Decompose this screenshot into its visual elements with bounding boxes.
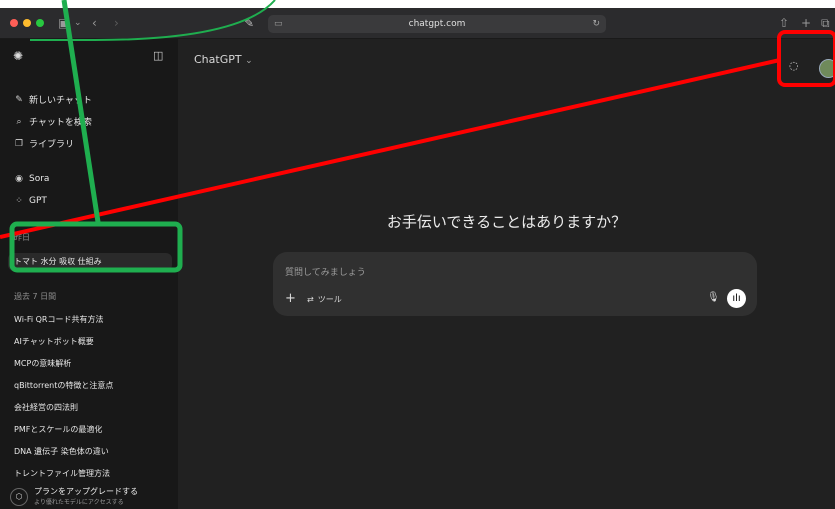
zoom-window-button[interactable] — [36, 19, 44, 27]
chat-item[interactable]: Wi-Fi QRコード共有方法 — [14, 314, 103, 325]
reload-icon[interactable]: ↻ — [592, 15, 600, 33]
address-bar[interactable]: ▭ chatgpt.com ↻ — [268, 15, 606, 33]
waveform-icon: ılı — [732, 293, 741, 304]
chat-item[interactable]: qBittorrentの特徴と注意点 — [14, 380, 113, 391]
sidebar-item-library[interactable]: ❐ ライブラリ — [14, 137, 75, 151]
sidebar-item-label: GPT — [29, 196, 47, 206]
sora-icon: ◉ — [15, 174, 23, 184]
browser-toolbar: ▣ ⌄ ‹ › ✎ ▭ chatgpt.com ↻ ⇧ + ⧉ — [0, 8, 835, 39]
tab-overview-icon[interactable]: ⧉ — [821, 14, 830, 32]
search-icon: ⌕ — [16, 116, 22, 127]
upgrade-plan-button[interactable]: ⬡ プランをアップグレードする より優れたモデルにアクセスする — [10, 487, 138, 506]
main-panel: ChatGPT ⌄ ◌ お手伝いできることはありますか？ 質問してみましょう +… — [178, 39, 835, 509]
tools-label: ツール — [317, 295, 342, 304]
voice-mode-button[interactable]: ılı — [727, 289, 746, 308]
sidebar-item-gpt[interactable]: ⁘ GPT — [14, 196, 47, 206]
chat-item[interactable]: DNA 遺伝子 染色体の違い — [14, 446, 109, 457]
sidebar-item-label: チャットを検索 — [29, 118, 92, 128]
upgrade-title: プランをアップグレードする — [34, 487, 138, 496]
close-window-button[interactable] — [10, 19, 18, 27]
gpt-grid-icon: ⁘ — [15, 196, 23, 206]
chat-item-selected[interactable]: トマト 水分 吸収 仕組み — [14, 256, 102, 267]
microphone-icon[interactable]: 🎙︎ — [707, 292, 720, 303]
greeting-heading: お手伝いできることはありますか？ — [386, 213, 627, 231]
new-tab-icon[interactable]: + — [801, 14, 811, 32]
sidebar-item-label: Sora — [29, 174, 50, 184]
back-arrow-icon[interactable]: ‹ — [92, 14, 97, 32]
chevron-down-icon[interactable]: ⌄ — [74, 14, 82, 32]
tools-button[interactable]: ⇄ ツール — [307, 294, 342, 305]
chevron-down-icon: ⌄ — [245, 56, 253, 66]
prompt-input[interactable]: 質問してみましょう — [285, 265, 366, 278]
upgrade-subtitle: より優れたモデルにアクセスする — [34, 499, 124, 506]
close-sidebar-icon[interactable]: ◫ — [153, 49, 163, 62]
sidebar-item-sora[interactable]: ◉ Sora — [14, 174, 49, 184]
upgrade-icon: ⬡ — [10, 487, 28, 506]
browser-window: ▣ ⌄ ‹ › ✎ ▭ chatgpt.com ↻ ⇧ + ⧉ ✺ ◫ ✎ 新し… — [0, 8, 835, 509]
openai-logo-icon[interactable]: ✺ — [13, 49, 23, 63]
composer[interactable]: 質問してみましょう + ⇄ ツール 🎙︎ ılı — [273, 252, 757, 316]
section-heading-week: 過去 7 日間 — [14, 292, 57, 301]
new-chat-icon: ✎ — [15, 94, 23, 105]
chat-item[interactable]: MCPの意味解析 — [14, 358, 71, 369]
minimize-window-button[interactable] — [23, 19, 31, 27]
url-text: chatgpt.com — [408, 19, 466, 29]
privacy-icon: ▭ — [274, 19, 283, 29]
chat-item[interactable]: 会社経営の四法則 — [14, 402, 78, 413]
avatar[interactable] — [819, 59, 835, 78]
section-heading-yesterday: 昨日 — [14, 233, 30, 242]
add-attachment-icon[interactable]: + — [285, 291, 296, 306]
sidebar-item-label: ライブラリ — [29, 140, 75, 150]
tools-icon: ⇄ — [307, 295, 314, 304]
chat-item[interactable]: AIチャットボット概要 — [14, 336, 94, 347]
extension-icon[interactable]: ✎ — [244, 14, 254, 32]
chat-item[interactable]: PMFとスケールの最適化 — [14, 424, 102, 435]
share-icon[interactable]: ⇧ — [779, 14, 789, 32]
model-label: ChatGPT — [194, 53, 242, 66]
sidebar-item-new-chat[interactable]: ✎ 新しいチャット — [14, 93, 92, 107]
sidebar-item-search[interactable]: ⌕ チャットを検索 — [14, 115, 92, 129]
sidebar-toggle-icon[interactable]: ▣ — [58, 14, 69, 32]
model-selector[interactable]: ChatGPT ⌄ — [194, 53, 253, 66]
temporary-chat-icon[interactable]: ◌ — [789, 59, 799, 72]
chat-item[interactable]: トレントファイル管理方法 — [14, 468, 110, 479]
library-icon: ❐ — [14, 138, 24, 149]
sidebar: ✺ ◫ ✎ 新しいチャット ⌕ チャットを検索 ❐ ライブラリ ◉ Sora ⁘… — [0, 39, 178, 509]
forward-arrow-icon[interactable]: › — [114, 14, 119, 32]
sidebar-item-label: 新しいチャット — [29, 96, 92, 106]
